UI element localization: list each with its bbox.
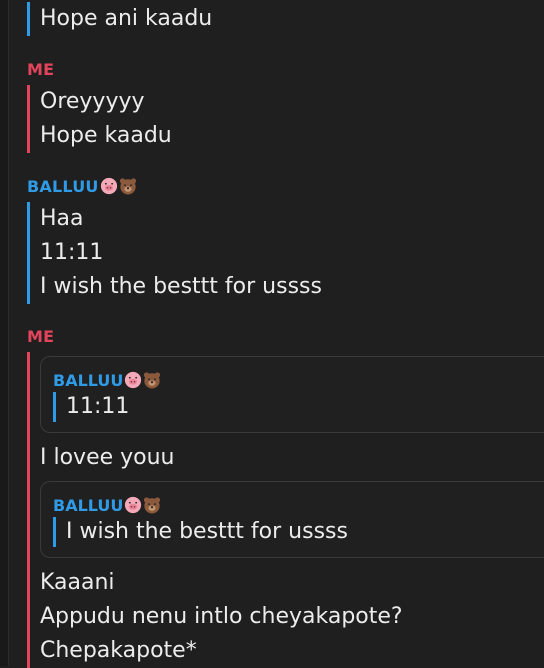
pig-emoji-icon <box>100 177 117 195</box>
quoted-message[interactable]: BALLUU 11:11 <box>40 356 544 433</box>
chat-left-edge <box>0 0 9 666</box>
quoted-sender: BALLUU <box>53 371 544 390</box>
quoted-message[interactable]: BALLUU I wish the besttt for ussss <box>40 481 544 558</box>
message-text: Hope kaadu <box>40 123 172 148</box>
quoted-text: I wish the besttt for ussss <box>66 519 348 544</box>
pig-emoji-icon <box>125 496 142 514</box>
message-group: ME BALLUU 11:11 I lovee youu BALLUU I wi… <box>27 327 544 668</box>
bear-emoji-icon <box>144 497 161 514</box>
quoted-sender: BALLUU <box>53 496 544 515</box>
sender-name[interactable]: BALLUU <box>27 177 544 196</box>
quoted-bar: 11:11 <box>53 392 544 422</box>
message-text: I wish the besttt for ussss <box>40 274 322 299</box>
message-text: Haa <box>40 206 84 231</box>
message-text: Hope ani kaadu <box>40 6 213 31</box>
quoted-sender-text: BALLUU <box>53 496 124 515</box>
quoted-bar: I wish the besttt for ussss <box>53 517 544 547</box>
quoted-sender-text: BALLUU <box>53 371 124 390</box>
bear-emoji-icon <box>119 178 136 195</box>
message-text: I lovee youu <box>40 445 175 470</box>
message-text: Appudu nenu intlo cheyakapote? <box>40 604 403 629</box>
sender-name[interactable]: ME <box>27 60 544 79</box>
pig-emoji-icon <box>125 371 142 389</box>
message-group: ME Oreyyyyy Hope kaadu <box>27 60 544 153</box>
message-text: Kaaani <box>40 570 115 595</box>
message-group: Hope ani kaadu <box>27 2 544 36</box>
message-text: 11:11 <box>40 240 104 265</box>
message-bar: Oreyyyyy Hope kaadu <box>27 85 544 153</box>
message-bar: BALLUU 11:11 I lovee youu BALLUU I wish … <box>27 352 544 668</box>
bear-emoji-icon <box>144 372 161 389</box>
quoted-text: 11:11 <box>66 394 130 419</box>
sender-name-text: BALLUU <box>27 177 99 196</box>
message-bar: Hope ani kaadu <box>27 2 544 36</box>
sender-name[interactable]: ME <box>27 327 544 346</box>
message-text: Chepakapote* <box>40 638 197 663</box>
message-text: Oreyyyyy <box>40 89 145 114</box>
message-group: BALLUU Haa 11:11 I wish the besttt for u… <box>27 177 544 304</box>
message-bar: Haa 11:11 I wish the besttt for ussss <box>27 202 544 304</box>
